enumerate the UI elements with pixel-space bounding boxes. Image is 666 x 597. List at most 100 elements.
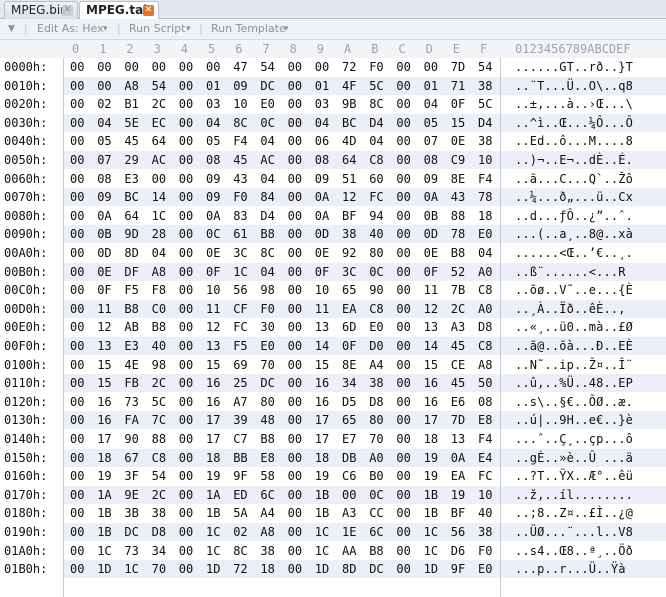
- hex-byte[interactable]: 51: [342, 170, 356, 188]
- hex-byte[interactable]: 0A: [424, 188, 438, 206]
- hex-byte[interactable]: F4: [478, 430, 492, 448]
- hex-byte[interactable]: 00: [396, 244, 410, 262]
- hex-byte[interactable]: 2C: [152, 374, 166, 392]
- hex-byte[interactable]: 01: [424, 77, 438, 95]
- hex-byte[interactable]: 10: [478, 486, 492, 504]
- hex-byte[interactable]: 04: [369, 132, 383, 150]
- hex-byte[interactable]: 16: [315, 393, 329, 411]
- hex-byte[interactable]: 54: [478, 58, 492, 76]
- hex-byte[interactable]: 45: [451, 374, 465, 392]
- ascii-text[interactable]: ..;8..Z¤..£Ì..¿@: [515, 504, 633, 522]
- hex-byte[interactable]: CE: [451, 356, 465, 374]
- hex-byte[interactable]: 11: [206, 300, 220, 318]
- hex-byte[interactable]: 8E: [342, 356, 356, 374]
- hex-byte[interactable]: C8: [369, 300, 383, 318]
- hex-byte[interactable]: 00: [70, 523, 84, 541]
- hex-byte[interactable]: 30: [260, 318, 274, 336]
- hex-byte[interactable]: 00: [152, 58, 166, 76]
- hex-byte[interactable]: E0: [478, 225, 492, 243]
- hex-byte[interactable]: FA: [124, 411, 138, 429]
- hex-byte[interactable]: 16: [97, 411, 111, 429]
- hex-byte[interactable]: 00: [206, 58, 220, 76]
- hex-byte[interactable]: 1B: [315, 486, 329, 504]
- hex-byte[interactable]: 00: [70, 560, 84, 578]
- hex-byte[interactable]: 00: [396, 504, 410, 522]
- hex-byte[interactable]: DC: [260, 77, 274, 95]
- hex-byte[interactable]: 0B: [424, 207, 438, 225]
- hex-byte[interactable]: 65: [342, 281, 356, 299]
- hex-byte[interactable]: 5E: [124, 114, 138, 132]
- hex-byte[interactable]: 1C: [424, 523, 438, 541]
- hex-byte[interactable]: 6C: [260, 486, 274, 504]
- ascii-text[interactable]: ..û,..%Ü..48..EP: [515, 374, 633, 392]
- hex-byte[interactable]: 09: [233, 77, 247, 95]
- hex-byte[interactable]: 80: [369, 244, 383, 262]
- hex-byte[interactable]: B8: [260, 430, 274, 448]
- hex-byte[interactable]: 15: [315, 356, 329, 374]
- hex-byte[interactable]: 0E: [315, 244, 329, 262]
- hex-byte[interactable]: 1C: [206, 542, 220, 560]
- hex-byte[interactable]: B8: [124, 300, 138, 318]
- ascii-text[interactable]: ...ˆ..Ç¸..çp...ô: [515, 430, 633, 448]
- hex-byte[interactable]: 3B: [124, 504, 138, 522]
- hex-byte[interactable]: 00: [288, 411, 302, 429]
- hex-byte[interactable]: 0A: [97, 207, 111, 225]
- hex-byte[interactable]: 18: [424, 430, 438, 448]
- hex-byte[interactable]: 00: [70, 356, 84, 374]
- hex-byte[interactable]: 00: [179, 430, 193, 448]
- hex-byte[interactable]: D8: [152, 523, 166, 541]
- hex-byte[interactable]: 0C: [369, 263, 383, 281]
- hex-byte[interactable]: 00: [315, 58, 329, 76]
- ascii-text[interactable]: ..ÜØ...¨...l..V8: [515, 523, 633, 541]
- run-template-button[interactable]: Run Template: [211, 19, 286, 39]
- hex-byte[interactable]: 45: [233, 151, 247, 169]
- hex-byte[interactable]: BC: [342, 114, 356, 132]
- hex-byte[interactable]: 00: [288, 560, 302, 578]
- hex-byte[interactable]: 45: [451, 337, 465, 355]
- hex-byte[interactable]: 0E: [424, 244, 438, 262]
- hex-byte[interactable]: 00: [396, 560, 410, 578]
- hex-byte[interactable]: 00: [124, 58, 138, 76]
- hex-byte[interactable]: 17: [206, 411, 220, 429]
- hex-byte[interactable]: 1C: [315, 523, 329, 541]
- hex-byte[interactable]: 00: [288, 95, 302, 113]
- ascii-text[interactable]: ..^ì..Œ...¼Ô...Ô: [515, 114, 633, 132]
- hex-byte[interactable]: 8C: [233, 542, 247, 560]
- hex-byte[interactable]: 16: [97, 393, 111, 411]
- hex-byte[interactable]: F0: [478, 542, 492, 560]
- hex-byte[interactable]: 40: [478, 504, 492, 522]
- hex-byte[interactable]: A8: [478, 356, 492, 374]
- hex-byte[interactable]: 52: [451, 263, 465, 281]
- hex-byte[interactable]: 16: [424, 393, 438, 411]
- ascii-text[interactable]: ..)¬..E¬..dÈ..É.: [515, 151, 633, 169]
- hex-byte[interactable]: 06: [315, 132, 329, 150]
- hex-byte[interactable]: 7D: [451, 411, 465, 429]
- hex-byte[interactable]: 64: [152, 132, 166, 150]
- hex-byte[interactable]: 18: [260, 560, 274, 578]
- hex-byte[interactable]: 54: [152, 77, 166, 95]
- hex-byte[interactable]: 00: [288, 467, 302, 485]
- hex-byte[interactable]: C8: [478, 337, 492, 355]
- hex-byte[interactable]: 09: [206, 170, 220, 188]
- ascii-text[interactable]: ..¼...ð„...ü..Cx: [515, 188, 633, 206]
- hex-byte[interactable]: A0: [369, 449, 383, 467]
- hex-byte[interactable]: 1C: [124, 560, 138, 578]
- hex-byte[interactable]: 00: [396, 318, 410, 336]
- hex-byte[interactable]: 9B: [342, 95, 356, 113]
- hex-byte[interactable]: 04: [206, 114, 220, 132]
- hex-byte[interactable]: 00: [288, 132, 302, 150]
- hex-byte[interactable]: 00: [179, 300, 193, 318]
- hex-byte[interactable]: 7B: [451, 281, 465, 299]
- hex-byte[interactable]: 48: [260, 411, 274, 429]
- hex-byte[interactable]: F0: [260, 300, 274, 318]
- hex-byte[interactable]: 00: [396, 225, 410, 243]
- hex-byte[interactable]: 38: [342, 225, 356, 243]
- hex-byte[interactable]: 13: [315, 318, 329, 336]
- hex-byte[interactable]: 00: [70, 337, 84, 355]
- hex-byte[interactable]: 00: [70, 504, 84, 522]
- hex-byte[interactable]: 09: [206, 188, 220, 206]
- hex-byte[interactable]: 00: [70, 281, 84, 299]
- edit-as-dropdown-icon[interactable]: ▾: [103, 19, 108, 39]
- hex-byte[interactable]: 00: [70, 151, 84, 169]
- hex-byte[interactable]: 0C: [260, 114, 274, 132]
